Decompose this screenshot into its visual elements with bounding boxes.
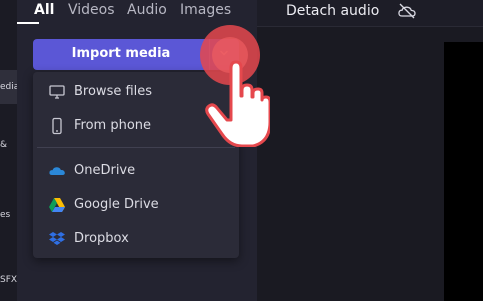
import-media-button[interactable]: Import media [33, 39, 239, 70]
menu-item-onedrive[interactable]: OneDrive [33, 156, 239, 186]
import-options-menu: Browse files From phone OneDrive Google … [33, 72, 239, 258]
video-preview-canvas [444, 42, 483, 301]
menu-item-google-drive[interactable]: Google Drive [33, 190, 239, 220]
menu-item-browse-files[interactable]: Browse files [33, 77, 239, 107]
media-tabs: All Videos Audio Images [17, 0, 257, 24]
google-drive-label: Google Drive [74, 197, 159, 212]
browse-files-label: Browse files [74, 84, 153, 99]
detach-audio-button[interactable]: Detach audio [286, 3, 379, 19]
tab-audio[interactable]: Audio [127, 2, 167, 18]
tab-all[interactable]: All [34, 2, 54, 18]
active-tab-indicator [17, 22, 39, 24]
left-nav-sidebar: edia & es SFX [0, 0, 19, 301]
split-button-divider [209, 39, 210, 70]
from-phone-label: From phone [74, 118, 152, 133]
onedrive-icon [49, 167, 65, 175]
onedrive-label: OneDrive [74, 163, 136, 178]
chevron-down-icon[interactable] [219, 48, 229, 58]
dropbox-icon [49, 232, 65, 245]
left-nav-item-fragment[interactable]: & [0, 140, 7, 150]
toolbar-divider [257, 26, 483, 27]
menu-item-from-phone[interactable]: From phone [33, 111, 239, 141]
menu-item-dropbox[interactable]: Dropbox [33, 224, 239, 254]
import-media-label: Import media [71, 46, 171, 61]
phone-icon [52, 117, 62, 135]
google-drive-icon [49, 198, 65, 212]
menu-divider [37, 147, 235, 148]
cloud-off-icon[interactable] [397, 2, 417, 20]
monitor-icon [49, 85, 65, 99]
left-nav-item-fragment[interactable]: es [0, 210, 10, 220]
tab-videos[interactable]: Videos [68, 2, 115, 18]
tab-images[interactable]: Images [180, 2, 231, 18]
left-nav-item-sfx-fragment[interactable]: SFX [0, 275, 17, 285]
dropbox-label: Dropbox [74, 231, 129, 246]
